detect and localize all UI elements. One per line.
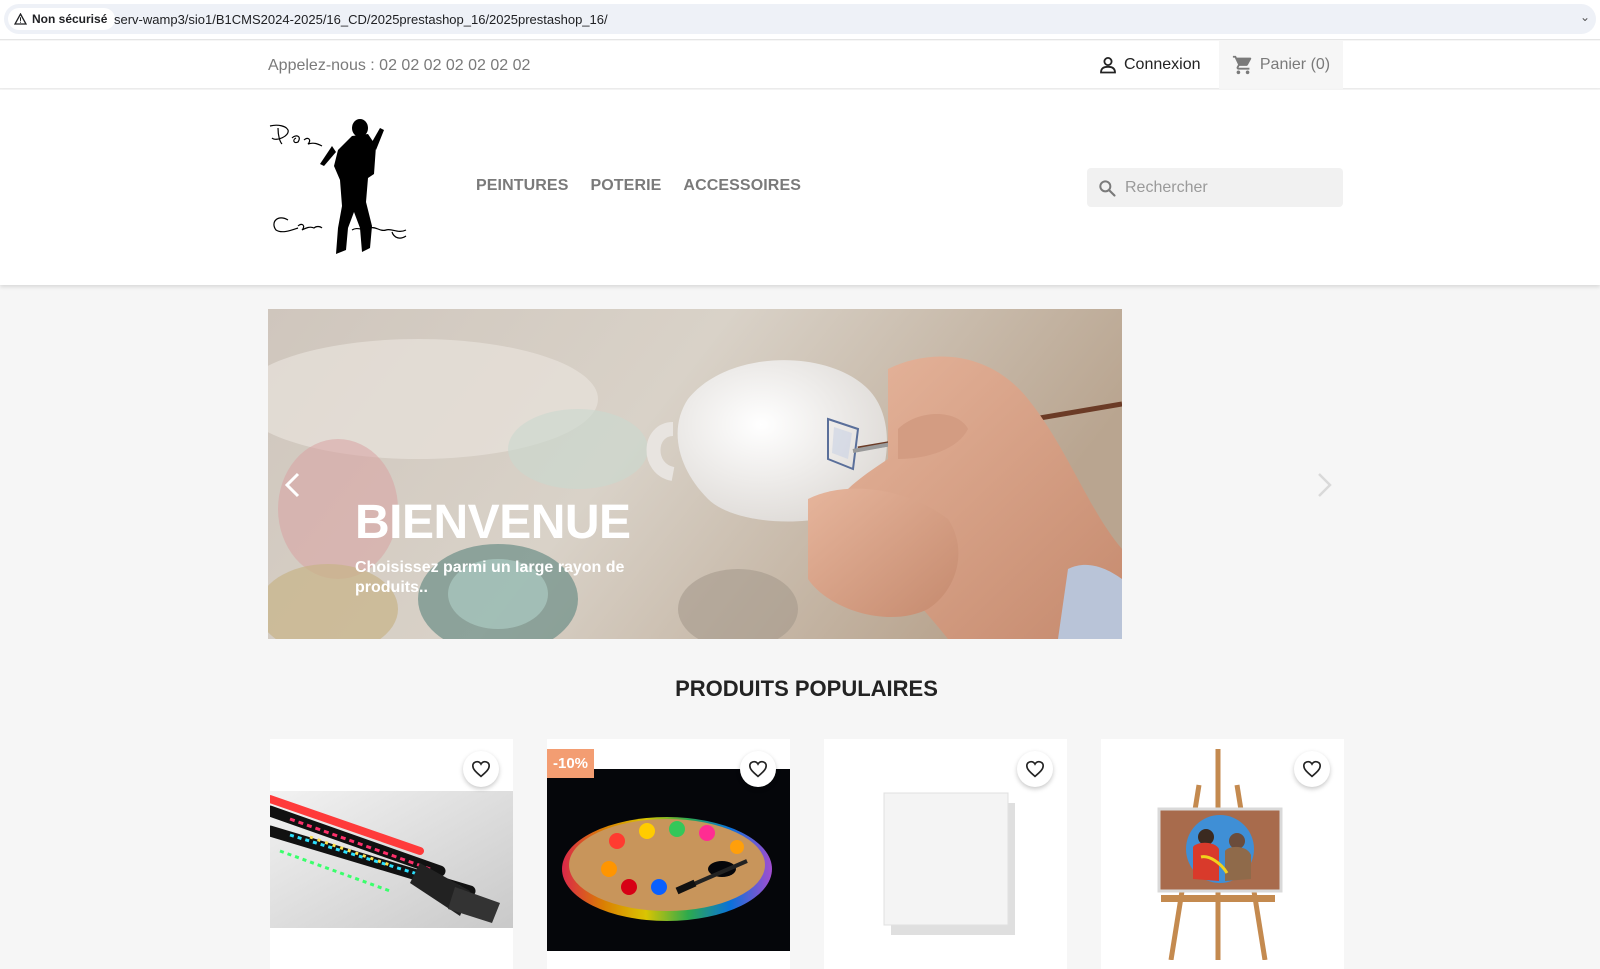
menu-item-poterie[interactable]: POTERIE <box>590 177 661 195</box>
hero-slider[interactable]: BIENVENUE Choisissez parmi un large rayo… <box>268 309 1122 639</box>
heart-icon <box>471 760 491 778</box>
heart-icon <box>1302 760 1322 778</box>
product-image[interactable] <box>824 779 1067 939</box>
heart-icon <box>1025 760 1045 778</box>
login-link[interactable]: Connexion <box>1098 53 1201 77</box>
wishlist-button[interactable] <box>1017 751 1053 787</box>
product-card[interactable] <box>1101 739 1344 969</box>
wishlist-button[interactable] <box>1294 751 1330 787</box>
slide-subtitle: Choisissez parmi un large rayon de produ… <box>355 559 625 596</box>
search-input[interactable] <box>1125 178 1325 197</box>
cart-button[interactable]: Panier (0) <box>1219 41 1343 89</box>
product-card[interactable]: -10% <box>547 739 790 969</box>
top-nav: Appelez-nous : 02 02 02 02 02 02 02 Conn… <box>0 41 1600 89</box>
wishlist-button[interactable] <box>463 751 499 787</box>
search-box <box>1087 168 1343 207</box>
product-image[interactable] <box>270 791 513 928</box>
product-card[interactable] <box>824 739 1067 969</box>
wishlist-button[interactable] <box>740 751 776 787</box>
warning-icon <box>14 13 27 25</box>
chevron-left-icon[interactable] <box>282 470 304 500</box>
contact-phone: Appelez-nous : 02 02 02 02 02 02 02 <box>268 57 531 74</box>
section-title: PRODUITS POPULAIRES <box>675 676 938 701</box>
discount-badge: -10% <box>547 749 595 778</box>
cart-icon <box>1232 55 1252 75</box>
product-card[interactable] <box>270 739 513 969</box>
url-text[interactable]: serv-wamp3/sio1/B1CMS2024-2025/16_CD/202… <box>114 12 608 27</box>
heart-icon <box>748 760 768 778</box>
slide-title: BIENVENUE <box>355 496 631 549</box>
search-icon[interactable] <box>1097 178 1117 198</box>
login-label: Connexion <box>1124 56 1201 73</box>
security-indicator[interactable]: Non sécurisé <box>8 8 116 30</box>
menu-item-peintures[interactable]: PEINTURES <box>476 177 568 195</box>
main-menu: PEINTURES POTERIE ACCESSOIRES <box>476 177 801 195</box>
product-image[interactable] <box>547 769 790 951</box>
cart-label: Panier (0) <box>1259 56 1331 73</box>
user-icon <box>1100 57 1116 74</box>
chevron-down-icon[interactable]: ⌄ <box>1580 10 1590 24</box>
security-label: Non sécurisé <box>32 12 108 26</box>
silhouette-logo[interactable] <box>268 116 413 261</box>
url-field[interactable]: Non sécurisé serv-wamp3/sio1/B1CMS2024-2… <box>4 4 1596 34</box>
site-header: PEINTURES POTERIE ACCESSOIRES <box>0 90 1600 285</box>
browser-address-bar: Non sécurisé serv-wamp3/sio1/B1CMS2024-2… <box>0 0 1600 40</box>
chevron-right-icon[interactable] <box>1313 470 1335 500</box>
menu-item-accessoires[interactable]: ACCESSOIRES <box>683 177 801 195</box>
